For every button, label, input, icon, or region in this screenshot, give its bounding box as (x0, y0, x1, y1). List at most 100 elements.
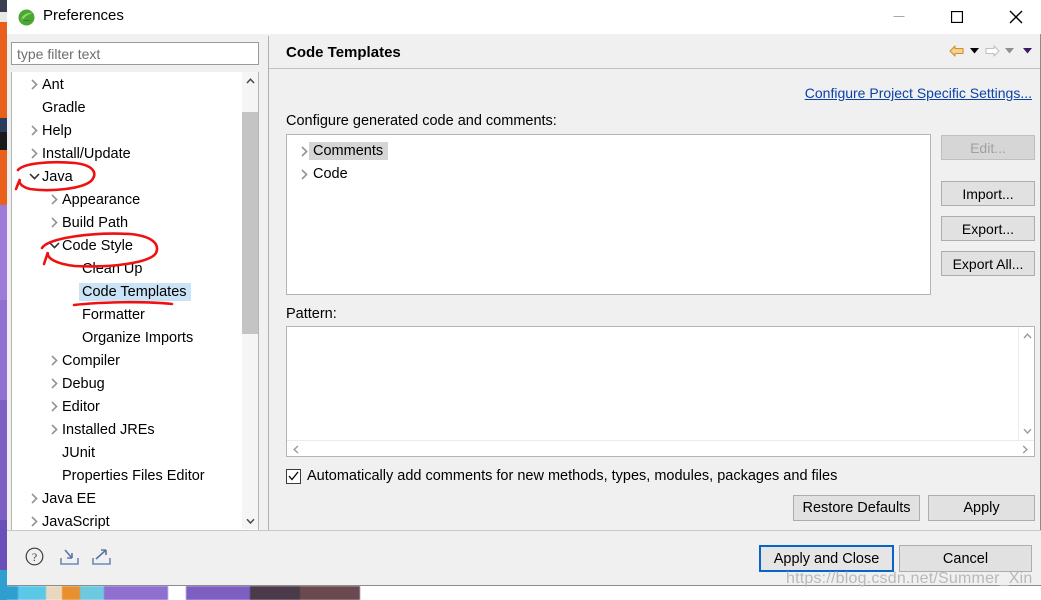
export-button[interactable]: Export... (941, 216, 1035, 241)
pattern-scroll-right-button[interactable] (1018, 441, 1032, 457)
forward-arrow-icon (984, 44, 1000, 58)
chevron-right-icon[interactable] (46, 194, 62, 205)
chevron-up-icon (1022, 333, 1032, 339)
preferences-tree[interactable]: Ant Gradle Help Install/Update Java Appearanc… (11, 72, 259, 531)
sidebar-item-help[interactable]: Help (12, 119, 256, 142)
pattern-scroll-left-button[interactable] (289, 441, 303, 457)
sidebar-item-label: Properties Files Editor (62, 467, 205, 484)
chevron-right-icon[interactable] (46, 401, 62, 412)
pattern-textarea[interactable] (286, 326, 1035, 457)
window-title: Preferences (43, 7, 124, 24)
chevron-right-icon[interactable] (26, 148, 42, 159)
sidebar-item-java[interactable]: Java (12, 165, 256, 188)
help-icon[interactable]: ? (25, 547, 44, 571)
pattern-horizontal-scrollbar[interactable] (287, 440, 1034, 456)
chevron-right-icon[interactable] (26, 516, 42, 527)
sidebar-item-installed-jres[interactable]: Installed JREs (12, 418, 258, 441)
pattern-vertical-scrollbar[interactable] (1018, 327, 1034, 440)
sidebar-item-editor[interactable]: Editor (12, 395, 258, 418)
chevron-right-icon[interactable] (26, 79, 42, 90)
import-button[interactable]: Import... (941, 181, 1035, 206)
sidebar-item-java-ee[interactable]: Java EE (12, 487, 256, 510)
chevron-left-icon (293, 444, 299, 454)
tree-scroll-down-button[interactable] (242, 512, 258, 529)
chevron-right-icon[interactable] (46, 217, 62, 228)
chevron-right-icon[interactable] (26, 493, 42, 504)
export-all-button[interactable]: Export All... (941, 251, 1035, 276)
svg-text:?: ? (32, 550, 37, 564)
sidebar-item-label: Install/Update (42, 145, 131, 162)
dialog-footer: ? Apply and Close Cancel (7, 530, 1041, 585)
chevron-right-icon[interactable] (295, 168, 313, 180)
pattern-scroll-up-button[interactable] (1019, 329, 1035, 343)
sidebar-item-label: Code Templates (79, 282, 191, 301)
title-bar: Preferences (7, 0, 1041, 34)
sidebar-item-formatter[interactable]: Formatter (12, 303, 258, 326)
pattern-label: Pattern: (286, 306, 337, 322)
preference-page: Code Templates Configure Project Specifi… (268, 36, 1040, 530)
apply-and-close-button[interactable]: Apply and Close (759, 545, 894, 572)
chevron-right-icon[interactable] (26, 125, 42, 136)
template-tree-item-code[interactable]: Code (295, 163, 348, 185)
filter-field-wrapper (11, 42, 259, 65)
pattern-scroll-down-button[interactable] (1019, 424, 1035, 438)
edit-button: Edit... (941, 135, 1035, 160)
configure-project-specific-settings-link[interactable]: Configure Project Specific Settings... (805, 85, 1032, 101)
tree-scroll-thumb[interactable] (242, 112, 258, 334)
code-templates-tree[interactable]: Comments Code (286, 134, 931, 295)
checkmark-icon (288, 471, 299, 481)
cancel-button[interactable]: Cancel (899, 545, 1032, 572)
chevron-down-icon[interactable] (46, 242, 62, 249)
sidebar-item-build-path[interactable]: Build Path (12, 211, 258, 234)
sidebar-item-label: JavaScript (42, 513, 110, 530)
sidebar-item-label: Formatter (82, 306, 145, 323)
sidebar-item-label: Installed JREs (62, 421, 155, 438)
sidebar-item-label: Java EE (42, 490, 96, 507)
chevron-up-icon (245, 77, 255, 84)
search-input[interactable] (11, 42, 259, 65)
tree-scroll-up-button[interactable] (242, 72, 258, 89)
back-arrow-icon[interactable] (949, 44, 965, 58)
back-menu-caret-down-icon[interactable] (970, 48, 979, 54)
export-preferences-icon[interactable] (91, 547, 112, 571)
chevron-right-icon[interactable] (46, 424, 62, 435)
sidebar-item-label: Appearance (62, 191, 141, 208)
sidebar-item-label: JUnit (62, 444, 96, 461)
sidebar-item-gradle[interactable]: Gradle (12, 96, 256, 119)
chevron-down-icon[interactable] (26, 173, 42, 180)
chevron-right-icon (1022, 444, 1028, 454)
sidebar-item-properties-files-editor[interactable]: Properties Files Editor (12, 464, 258, 487)
view-menu-caret-down-icon[interactable] (1023, 48, 1032, 54)
chevron-right-icon[interactable] (46, 355, 62, 366)
sidebar-item-label: Build Path (62, 214, 129, 231)
sidebar-item-compiler[interactable]: Compiler (12, 349, 258, 372)
sidebar-item-appearance[interactable]: Appearance (12, 188, 258, 211)
sidebar-item-javascript[interactable]: JavaScript (12, 510, 256, 530)
maximize-icon (951, 10, 963, 23)
auto-add-comments-checkbox[interactable]: Automatically add comments for new metho… (286, 468, 837, 484)
page-header: Code Templates (269, 36, 1040, 69)
sidebar-item-label: Code Style (62, 237, 133, 254)
sidebar-item-clean-up[interactable]: Clean Up (12, 257, 258, 280)
sidebar-item-install-update[interactable]: Install/Update (12, 142, 256, 165)
restore-defaults-button[interactable]: Restore Defaults (793, 495, 920, 521)
apply-button[interactable]: Apply (928, 495, 1035, 521)
template-tree-item-label: Code (313, 166, 348, 182)
template-tree-item-comments[interactable]: Comments (295, 140, 389, 162)
close-button[interactable] (993, 0, 1039, 33)
sidebar-item-debug[interactable]: Debug (12, 372, 258, 395)
sidebar-item-code-style[interactable]: Code Style (12, 234, 258, 257)
sidebar-item-code-templates[interactable]: Code Templates (12, 280, 258, 303)
tree-scrollbar[interactable] (242, 72, 258, 529)
configure-generated-code-label: Configure generated code and comments: (286, 113, 557, 129)
sidebar-item-ant[interactable]: Ant (12, 73, 256, 96)
sidebar-item-label: Ant (42, 76, 64, 93)
chevron-right-icon[interactable] (46, 378, 62, 389)
sidebar-item-junit[interactable]: JUnit (12, 441, 258, 464)
minimize-button[interactable] (876, 0, 922, 33)
sidebar-item-organize-imports[interactable]: Organize Imports (12, 326, 258, 349)
sidebar-item-label: Organize Imports (82, 329, 194, 346)
eclipse-icon (18, 9, 35, 26)
import-preferences-icon[interactable] (59, 547, 80, 571)
maximize-button[interactable] (934, 0, 980, 33)
